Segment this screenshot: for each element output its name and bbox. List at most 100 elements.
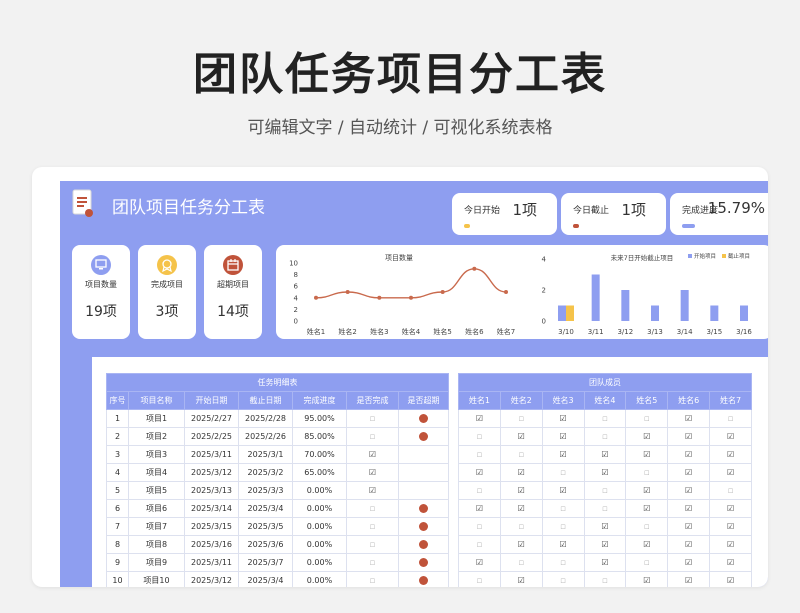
checkbox-unchecked[interactable]: ☐ bbox=[602, 578, 607, 585]
member-cell[interactable]: ☑ bbox=[499, 463, 543, 482]
checkbox-unchecked[interactable]: ☐ bbox=[477, 578, 482, 585]
member-cell[interactable]: ☐ bbox=[499, 409, 543, 428]
checkbox-checked[interactable]: ☑ bbox=[601, 468, 608, 477]
member-cell[interactable]: ☐ bbox=[625, 553, 669, 572]
member-cell[interactable]: ☑ bbox=[709, 535, 752, 554]
checkbox-checked[interactable]: ☑ bbox=[643, 432, 650, 441]
member-cell[interactable]: ☑ bbox=[625, 427, 669, 446]
checkbox-checked[interactable]: ☑ bbox=[518, 486, 525, 495]
checkbox-checked[interactable]: ☑ bbox=[601, 450, 608, 459]
member-cell[interactable]: ☑ bbox=[667, 463, 711, 482]
member-cell[interactable]: ☐ bbox=[625, 409, 669, 428]
checkbox-checked[interactable]: ☑ bbox=[560, 432, 567, 441]
member-cell[interactable]: ☐ bbox=[583, 481, 627, 500]
checkbox-unchecked[interactable]: ☐ bbox=[602, 506, 607, 513]
checkbox-checked[interactable]: ☑ bbox=[727, 522, 734, 531]
checkbox-checked[interactable]: ☑ bbox=[685, 486, 692, 495]
checkbox-checked[interactable]: ☑ bbox=[518, 576, 525, 585]
member-cell[interactable]: ☐ bbox=[458, 571, 501, 587]
checkbox-checked[interactable]: ☑ bbox=[560, 450, 567, 459]
checkbox-checked[interactable]: ☑ bbox=[685, 558, 692, 567]
checkbox-unchecked[interactable]: ☐ bbox=[519, 452, 524, 459]
checkbox-unchecked[interactable]: ☐ bbox=[560, 524, 565, 531]
checkbox-unchecked[interactable]: ☐ bbox=[644, 416, 649, 423]
checkbox-checked[interactable]: ☑ bbox=[518, 540, 525, 549]
checkbox-unchecked[interactable]: ☐ bbox=[602, 434, 607, 441]
checkbox-unchecked[interactable]: ☐ bbox=[370, 560, 375, 567]
member-cell[interactable]: ☑ bbox=[667, 517, 711, 536]
member-cell[interactable]: ☑ bbox=[583, 445, 627, 464]
checkbox-unchecked[interactable]: ☐ bbox=[477, 524, 482, 531]
checkbox-checked[interactable]: ☑ bbox=[369, 468, 376, 477]
member-cell[interactable]: ☑ bbox=[541, 535, 585, 554]
member-cell[interactable]: ☐ bbox=[583, 499, 627, 518]
checkbox-unchecked[interactable]: ☐ bbox=[477, 542, 482, 549]
checkbox-checked[interactable]: ☑ bbox=[685, 414, 692, 423]
member-cell[interactable]: ☑ bbox=[667, 445, 711, 464]
checkbox-checked[interactable]: ☑ bbox=[643, 576, 650, 585]
member-cell[interactable]: ☑ bbox=[709, 571, 752, 587]
task-cell-done[interactable]: ☐ bbox=[346, 499, 399, 518]
member-cell[interactable]: ☑ bbox=[458, 499, 501, 518]
checkbox-checked[interactable]: ☑ bbox=[476, 414, 483, 423]
checkbox-checked[interactable]: ☑ bbox=[685, 504, 692, 513]
checkbox-checked[interactable]: ☑ bbox=[685, 450, 692, 459]
checkbox-checked[interactable]: ☑ bbox=[685, 468, 692, 477]
member-cell[interactable]: ☐ bbox=[625, 517, 669, 536]
member-cell[interactable]: ☑ bbox=[499, 571, 543, 587]
checkbox-unchecked[interactable]: ☐ bbox=[519, 524, 524, 531]
task-cell-done[interactable]: ☐ bbox=[346, 409, 399, 428]
member-cell[interactable]: ☑ bbox=[625, 499, 669, 518]
member-cell[interactable]: ☑ bbox=[667, 553, 711, 572]
member-cell[interactable]: ☑ bbox=[709, 427, 752, 446]
member-cell[interactable]: ☑ bbox=[625, 481, 669, 500]
checkbox-unchecked[interactable]: ☐ bbox=[644, 560, 649, 567]
checkbox-unchecked[interactable]: ☐ bbox=[370, 416, 375, 423]
member-cell[interactable]: ☑ bbox=[667, 499, 711, 518]
member-cell[interactable]: ☐ bbox=[541, 517, 585, 536]
member-cell[interactable]: ☑ bbox=[499, 481, 543, 500]
task-cell-done[interactable]: ☐ bbox=[346, 553, 399, 572]
checkbox-checked[interactable]: ☑ bbox=[369, 450, 376, 459]
checkbox-checked[interactable]: ☑ bbox=[476, 468, 483, 477]
member-cell[interactable]: ☑ bbox=[709, 445, 752, 464]
checkbox-unchecked[interactable]: ☐ bbox=[370, 542, 375, 549]
member-cell[interactable]: ☐ bbox=[709, 481, 752, 500]
member-cell[interactable]: ☐ bbox=[458, 445, 501, 464]
checkbox-unchecked[interactable]: ☐ bbox=[602, 416, 607, 423]
member-cell[interactable]: ☑ bbox=[667, 427, 711, 446]
checkbox-unchecked[interactable]: ☐ bbox=[519, 416, 524, 423]
member-cell[interactable]: ☑ bbox=[667, 535, 711, 554]
checkbox-checked[interactable]: ☑ bbox=[643, 540, 650, 549]
checkbox-checked[interactable]: ☑ bbox=[369, 486, 376, 495]
checkbox-checked[interactable]: ☑ bbox=[727, 432, 734, 441]
checkbox-unchecked[interactable]: ☐ bbox=[602, 488, 607, 495]
member-cell[interactable]: ☐ bbox=[458, 427, 501, 446]
checkbox-checked[interactable]: ☑ bbox=[727, 558, 734, 567]
checkbox-checked[interactable]: ☑ bbox=[727, 468, 734, 477]
member-cell[interactable]: ☐ bbox=[583, 571, 627, 587]
checkbox-checked[interactable]: ☑ bbox=[685, 576, 692, 585]
task-cell-done[interactable]: ☐ bbox=[346, 535, 399, 554]
checkbox-checked[interactable]: ☑ bbox=[560, 414, 567, 423]
member-cell[interactable]: ☑ bbox=[667, 571, 711, 587]
checkbox-checked[interactable]: ☑ bbox=[727, 540, 734, 549]
checkbox-checked[interactable]: ☑ bbox=[685, 432, 692, 441]
member-cell[interactable]: ☐ bbox=[541, 499, 585, 518]
task-cell-done[interactable]: ☑ bbox=[346, 481, 399, 500]
checkbox-checked[interactable]: ☑ bbox=[560, 540, 567, 549]
checkbox-unchecked[interactable]: ☐ bbox=[477, 488, 482, 495]
member-cell[interactable]: ☐ bbox=[541, 571, 585, 587]
member-cell[interactable]: ☑ bbox=[583, 463, 627, 482]
checkbox-checked[interactable]: ☑ bbox=[518, 504, 525, 513]
checkbox-checked[interactable]: ☑ bbox=[643, 486, 650, 495]
checkbox-checked[interactable]: ☑ bbox=[601, 540, 608, 549]
member-cell[interactable]: ☑ bbox=[625, 445, 669, 464]
member-cell[interactable]: ☑ bbox=[667, 481, 711, 500]
member-cell[interactable]: ☐ bbox=[499, 445, 543, 464]
checkbox-unchecked[interactable]: ☐ bbox=[370, 434, 375, 441]
checkbox-checked[interactable]: ☑ bbox=[727, 576, 734, 585]
member-cell[interactable]: ☑ bbox=[458, 553, 501, 572]
checkbox-checked[interactable]: ☑ bbox=[518, 432, 525, 441]
member-cell[interactable]: ☐ bbox=[541, 553, 585, 572]
